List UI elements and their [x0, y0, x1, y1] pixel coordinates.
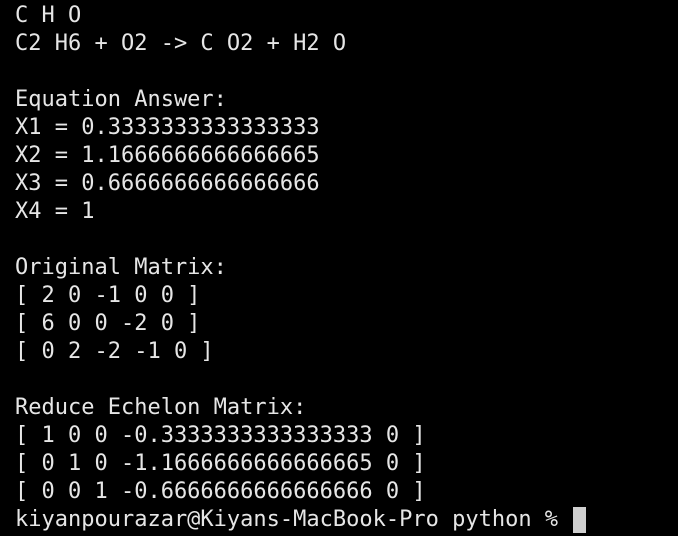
terminal-window[interactable]: C H O C2 H6 + O2 -> C O2 + H2 O Equation…	[0, 0, 678, 536]
output-line-echelon-row-2: [ 0 1 0 -1.1666666666666665 0 ]	[15, 451, 426, 476]
output-line-original-row-3: [ 0 2 -2 -1 0 ]	[15, 339, 214, 364]
output-line-original-row-1: [ 2 0 -1 0 0 ]	[15, 283, 201, 308]
output-line-blank	[15, 366, 586, 394]
output-line-x4: X4 = 1	[15, 199, 95, 224]
shell-prompt: kiyanpourazar@Kiyans-MacBook-Pro python …	[15, 507, 572, 532]
output-line-x3: X3 = 0.6666666666666666	[15, 171, 320, 196]
output-line-echelon-heading: Reduce Echelon Matrix:	[15, 395, 307, 420]
output-line-echelon-row-1: [ 1 0 0 -0.3333333333333333 0 ]	[15, 423, 426, 448]
output-line-original-heading: Original Matrix:	[15, 255, 227, 280]
terminal-output: C H O C2 H6 + O2 -> C O2 + H2 O Equation…	[15, 2, 587, 534]
output-line-x2: X2 = 1.1666666666666665	[15, 143, 320, 168]
output-line-original-row-2: [ 6 0 0 -2 0 ]	[15, 311, 201, 336]
output-line-blank	[15, 226, 586, 254]
shell-prompt-line[interactable]: kiyanpourazar@Kiyans-MacBook-Pro python …	[15, 506, 587, 534]
output-line-x1: X1 = 0.3333333333333333	[15, 115, 320, 140]
text-cursor	[573, 507, 587, 533]
output-line-blank	[15, 58, 586, 86]
output-line-answer-heading: Equation Answer:	[15, 87, 227, 112]
output-line-equation: C2 H6 + O2 -> C O2 + H2 O	[15, 31, 347, 56]
output-line-atoms: C H O	[15, 3, 82, 28]
output-line-echelon-row-3: [ 0 0 1 -0.6666666666666666 0 ]	[15, 479, 426, 504]
